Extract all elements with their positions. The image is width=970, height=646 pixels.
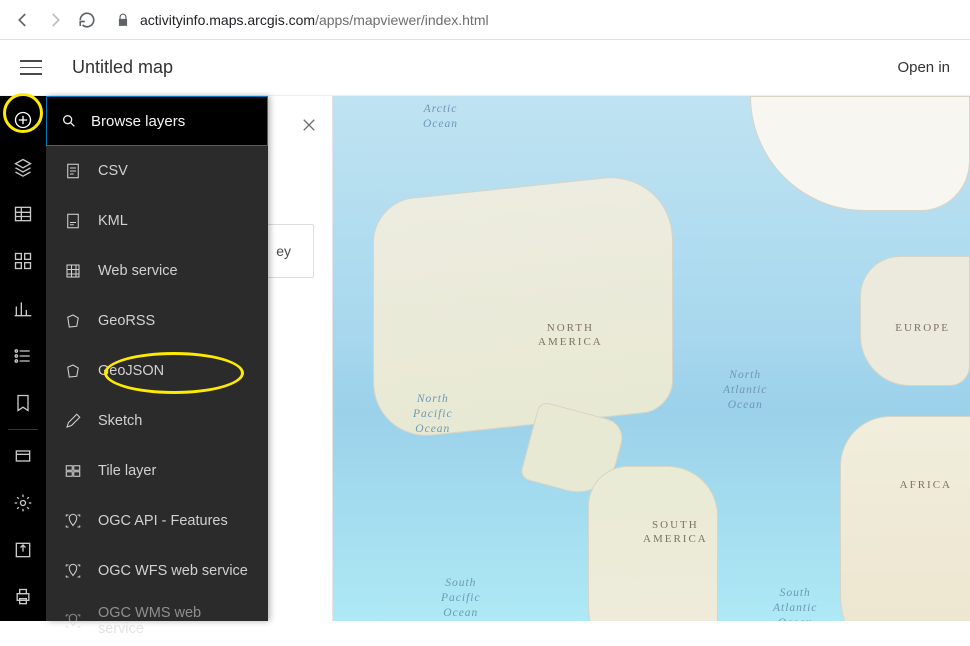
flyout-item-web-service[interactable]: Web service (46, 246, 268, 296)
label-north-america: NORTHAMERICA (538, 321, 603, 350)
flyout-item-ogc-wfs[interactable]: OGC WFS web service (46, 546, 268, 596)
label-north-atlantic: NorthAtlanticOcean (723, 368, 767, 413)
menu-button[interactable] (20, 57, 42, 79)
flyout-item-label: Web service (98, 263, 178, 279)
search-placeholder: Browse layers (91, 113, 185, 130)
file-csv-icon (64, 162, 82, 180)
pin-bracket-icon (64, 612, 82, 630)
rail-bookmarks-button[interactable] (0, 380, 46, 427)
flyout-item-ogc-api-features[interactable]: OGC API - Features (46, 496, 268, 546)
grid-icon (64, 262, 82, 280)
flyout-item-tile-layer[interactable]: Tile layer (46, 446, 268, 496)
rail-properties-button[interactable] (0, 479, 46, 526)
tool-rail (0, 96, 46, 621)
browser-toolbar: activityinfo.maps.arcgis.com/apps/mapvie… (0, 0, 970, 40)
label-south-atlantic: SouthAtlanticOcean (773, 586, 817, 621)
flyout-item-label: Tile layer (98, 463, 156, 479)
rail-share-button[interactable] (0, 527, 46, 574)
flyout-item-label: GeoJSON (98, 363, 164, 379)
polygon-icon (64, 312, 82, 330)
flyout-item-sketch[interactable]: Sketch (46, 396, 268, 446)
polygon-icon (64, 362, 82, 380)
rail-charts-button[interactable] (0, 285, 46, 332)
tiles-icon (64, 462, 82, 480)
flyout-item-label: OGC WMS web service (98, 605, 250, 637)
close-panel-button[interactable] (302, 118, 316, 132)
label-south-pacific: SouthPacificOcean (441, 576, 481, 621)
flyout-item-csv[interactable]: CSV (46, 146, 268, 196)
map-canvas[interactable]: ArcticOcean NORTHAMERICA EUROPE NorthPac… (333, 96, 970, 621)
flyout-item-label: GeoRSS (98, 313, 155, 329)
flyout-item-label: OGC API - Features (98, 513, 228, 529)
file-kml-icon (64, 212, 82, 230)
flyout-item-ogc-wms[interactable]: OGC WMS web service (46, 596, 268, 646)
label-africa: AFRICA (900, 478, 952, 492)
flyout-item-label: Sketch (98, 413, 142, 429)
flyout-item-label: CSV (98, 163, 128, 179)
label-europe: EUROPE (895, 321, 950, 335)
flyout-item-label: OGC WFS web service (98, 563, 248, 579)
rail-layers-button[interactable] (0, 143, 46, 190)
add-layer-flyout: Browse layers CSV KML Web service GeoRSS… (46, 96, 268, 621)
app-header: Untitled map Open in (0, 40, 970, 96)
map-title: Untitled map (72, 57, 173, 78)
rail-basemap-button[interactable] (0, 238, 46, 285)
search-icon (61, 113, 77, 129)
flyout-item-geojson[interactable]: GeoJSON (46, 346, 268, 396)
label-north-pacific: NorthPacificOcean (413, 392, 453, 437)
rail-save-button[interactable] (0, 432, 46, 479)
label-south-america: SOUTHAMERICA (643, 518, 708, 547)
label-arctic-ocean: ArcticOcean (423, 102, 458, 132)
pencil-icon (64, 412, 82, 430)
flyout-item-kml[interactable]: KML (46, 196, 268, 246)
pin-bracket-icon (64, 562, 82, 580)
rail-add-layer-button[interactable] (0, 96, 46, 143)
address-bar[interactable]: activityinfo.maps.arcgis.com/apps/mapvie… (110, 12, 956, 28)
lock-icon (116, 13, 130, 27)
forward-button[interactable] (46, 11, 64, 29)
url-text: activityinfo.maps.arcgis.com/apps/mapvie… (140, 12, 489, 28)
rail-legend-button[interactable] (0, 332, 46, 379)
rail-print-button[interactable] (0, 574, 46, 621)
back-button[interactable] (14, 11, 32, 29)
browse-layers-search[interactable]: Browse layers (46, 96, 268, 146)
pin-bracket-icon (64, 512, 82, 530)
open-in-link[interactable]: Open in (897, 59, 950, 76)
rail-tables-button[interactable] (0, 191, 46, 238)
flyout-item-label: KML (98, 213, 128, 229)
flyout-item-georss[interactable]: GeoRSS (46, 296, 268, 346)
reload-button[interactable] (78, 11, 96, 29)
rail-divider (8, 429, 38, 430)
